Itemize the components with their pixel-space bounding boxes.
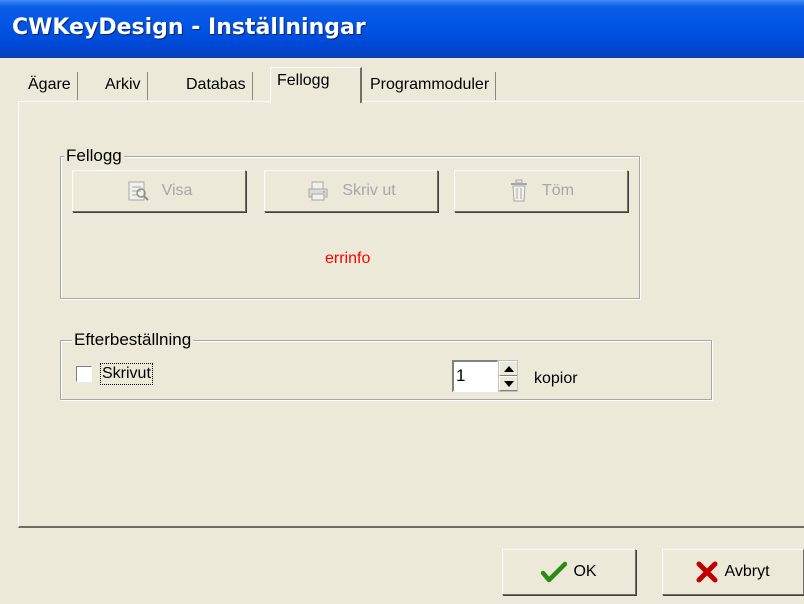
ok-button-label: OK xyxy=(573,563,597,580)
tab-databas[interactable]: Databas xyxy=(180,72,253,100)
tab-label: Arkiv xyxy=(105,76,141,93)
view-icon xyxy=(126,180,150,202)
skrivut-checkbox-label[interactable]: Skrivut xyxy=(100,363,153,385)
tab-agare[interactable]: Ägare xyxy=(22,72,78,100)
efterbestallning-group-label: Efterbeställning xyxy=(72,330,194,350)
ok-button[interactable]: OK xyxy=(502,549,636,595)
x-icon xyxy=(696,561,718,583)
tab-label: Programmoduler xyxy=(370,76,490,93)
tab-fellogg[interactable]: Fellogg xyxy=(270,67,362,103)
window-title: CWKeyDesign - Inställningar xyxy=(12,15,366,40)
spin-up-icon[interactable] xyxy=(499,361,517,376)
copies-input[interactable]: 1 xyxy=(452,360,498,392)
skriv-ut-button-label: Skriv ut xyxy=(342,182,396,199)
title-bar[interactable]: CWKeyDesign - Inställningar xyxy=(0,0,804,58)
tab-programmoduler[interactable]: Programmoduler xyxy=(364,72,497,100)
tab-label: Databas xyxy=(186,76,246,93)
tab-label: Ägare xyxy=(28,76,71,93)
visa-button-label: Visa xyxy=(161,182,193,199)
cancel-button-label: Avbryt xyxy=(724,563,770,580)
trash-icon xyxy=(508,179,530,203)
skrivut-checkbox[interactable] xyxy=(76,366,92,382)
fellogg-group-label: Fellogg xyxy=(64,146,124,166)
copies-label: kopior xyxy=(534,370,578,387)
printer-icon xyxy=(306,180,330,202)
tom-button[interactable]: Töm xyxy=(454,170,628,212)
error-info-text: errinfo xyxy=(325,250,371,267)
checkmark-icon xyxy=(541,561,568,583)
spin-down-icon[interactable] xyxy=(499,376,517,391)
visa-button[interactable]: Visa xyxy=(72,170,246,212)
cancel-button[interactable]: Avbryt xyxy=(662,549,804,595)
tab-label: Fellogg xyxy=(277,72,330,89)
skriv-ut-button[interactable]: Skriv ut xyxy=(264,170,438,212)
tom-button-label: Töm xyxy=(542,182,574,199)
tab-arkiv[interactable]: Arkiv xyxy=(99,72,148,100)
copies-spinner[interactable] xyxy=(498,360,518,392)
